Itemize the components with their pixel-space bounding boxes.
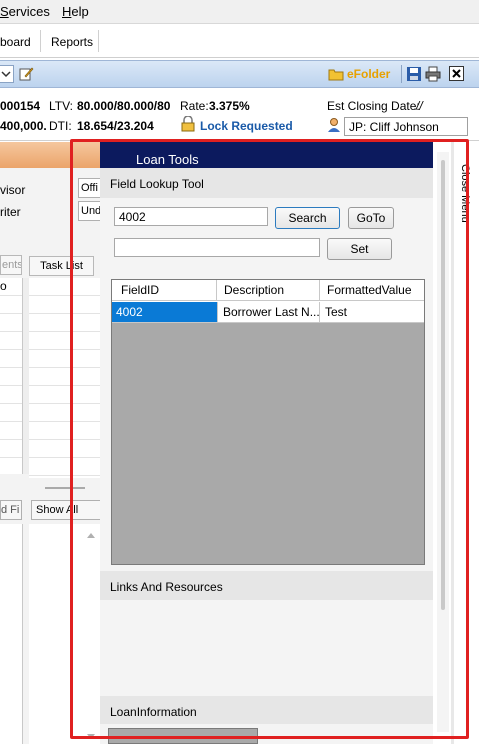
lock-icon <box>180 115 196 135</box>
advisor-field[interactable]: Offi <box>78 178 100 198</box>
rate-value: 3.375% <box>209 99 250 113</box>
menu-bar: Services Help <box>0 0 479 24</box>
loan-information-header[interactable]: LoanInformation <box>100 696 433 724</box>
left-bottom-list <box>0 524 23 744</box>
app-window: Services Help board Reports eFolder 0001… <box>0 0 479 744</box>
menu-help[interactable]: Help <box>62 4 89 19</box>
close-menu-label: Close Menu <box>459 164 471 223</box>
menu-help-label: elp <box>71 4 89 19</box>
col-description[interactable]: Description <box>217 280 320 300</box>
set-button[interactable]: Set <box>327 238 392 260</box>
col-formatted-value[interactable]: FormattedValue <box>320 280 424 300</box>
loan-information-title: LoanInformation <box>110 705 197 719</box>
lock-status-link[interactable]: Lock Requested <box>200 119 293 133</box>
links-resources-header[interactable]: Links And Resources <box>100 571 433 600</box>
dti-label: DTI: <box>49 119 72 133</box>
loan-tools-title: Loan Tools <box>136 152 199 167</box>
close-menu-tab[interactable]: Close Menu <box>454 142 479 744</box>
cell-formatted-value[interactable]: Test <box>320 302 424 322</box>
tab-divider <box>98 30 99 52</box>
closing-date-label: Est Closing Date: <box>327 99 420 113</box>
efolder-button[interactable]: eFolder <box>347 67 390 81</box>
links-resources-title: Links And Resources <box>110 580 223 594</box>
grid-header: FieldID Description FormattedValue <box>112 280 424 301</box>
ltv-label: LTV: <box>49 99 74 113</box>
left-panel-header <box>0 142 100 168</box>
splitter-grip[interactable] <box>45 487 85 489</box>
user-icon <box>326 117 342 136</box>
task-list-grid <box>29 278 100 478</box>
save-icon[interactable] <box>406 66 422 85</box>
left-list-row: o <box>0 279 7 293</box>
left-list: o <box>0 278 23 474</box>
panel-divider <box>451 142 454 744</box>
menu-services-mnemonic: S <box>0 4 9 19</box>
field-lookup-header[interactable]: Field Lookup Tool <box>100 168 433 198</box>
loan-tools-scroll-thumb[interactable] <box>441 160 445 610</box>
tab-dashboard[interactable]: board <box>0 35 31 49</box>
top-tabs: board Reports <box>0 24 479 58</box>
field-search-input[interactable]: 4002 <box>114 207 268 226</box>
edit-icon[interactable] <box>18 66 34 85</box>
loan-tools-header: Loan Tools <box>100 142 433 168</box>
field-lookup-title: Field Lookup Tool <box>110 177 204 191</box>
show-all-button[interactable]: Show All <box>31 500 100 520</box>
loan-officer-select[interactable]: JP: Cliff Johnson <box>344 117 468 136</box>
underwriter-field[interactable]: Und <box>78 201 101 221</box>
loan-amount: 400,000. <box>0 119 47 133</box>
rate-label: Rate: <box>180 99 209 113</box>
loan-summary: 000154 400,000. LTV: 80.000/80.000/80 DT… <box>0 89 479 141</box>
toolbar-divider <box>401 65 402 83</box>
loan-number: 000154 <box>0 99 41 113</box>
menu-help-mnemonic: H <box>62 4 72 19</box>
dti-value: 18.654/23.204 <box>77 119 154 133</box>
cell-description[interactable]: Borrower Last N... <box>217 302 320 322</box>
advisor-label: visor <box>0 183 26 197</box>
closing-date-value: // <box>416 99 423 113</box>
tab-task-list[interactable]: Task List <box>29 256 94 276</box>
close-icon[interactable] <box>449 66 464 81</box>
ltv-value: 80.000/80.000/80 <box>77 99 171 113</box>
menu-services[interactable]: Services <box>0 4 50 19</box>
loan-dropdown[interactable] <box>0 65 14 83</box>
goto-button[interactable]: GoTo <box>348 207 394 229</box>
underwriter-label: riter <box>0 205 21 219</box>
task-detail-area <box>29 524 100 744</box>
loan-officer-value: JP: Cliff Johnson <box>349 120 439 134</box>
set-value-input[interactable] <box>114 238 320 257</box>
folder-icon <box>328 66 344 85</box>
chevron-down-icon <box>1 71 11 78</box>
field-results-grid: FieldID Description FormattedValue 4002 … <box>111 279 425 565</box>
table-row[interactable]: 4002 Borrower Last N... Test <box>112 301 424 323</box>
menu-services-label: ervices <box>8 4 50 19</box>
col-fieldid[interactable]: FieldID <box>112 280 217 300</box>
print-icon[interactable] <box>425 66 441 85</box>
search-button[interactable]: Search <box>275 207 340 229</box>
loan-information-grid <box>108 728 258 744</box>
scroll-down-arrow-icon[interactable] <box>86 730 96 744</box>
add-field-button[interactable]: d Fi <box>0 500 22 520</box>
tab-documents[interactable]: ents <box>0 255 22 275</box>
scroll-up-arrow-icon[interactable] <box>86 528 96 542</box>
tab-reports[interactable]: Reports <box>51 35 93 49</box>
tab-divider <box>40 30 41 52</box>
cell-fieldid[interactable]: 4002 <box>112 302 217 322</box>
loan-toolbar: eFolder <box>0 60 479 88</box>
